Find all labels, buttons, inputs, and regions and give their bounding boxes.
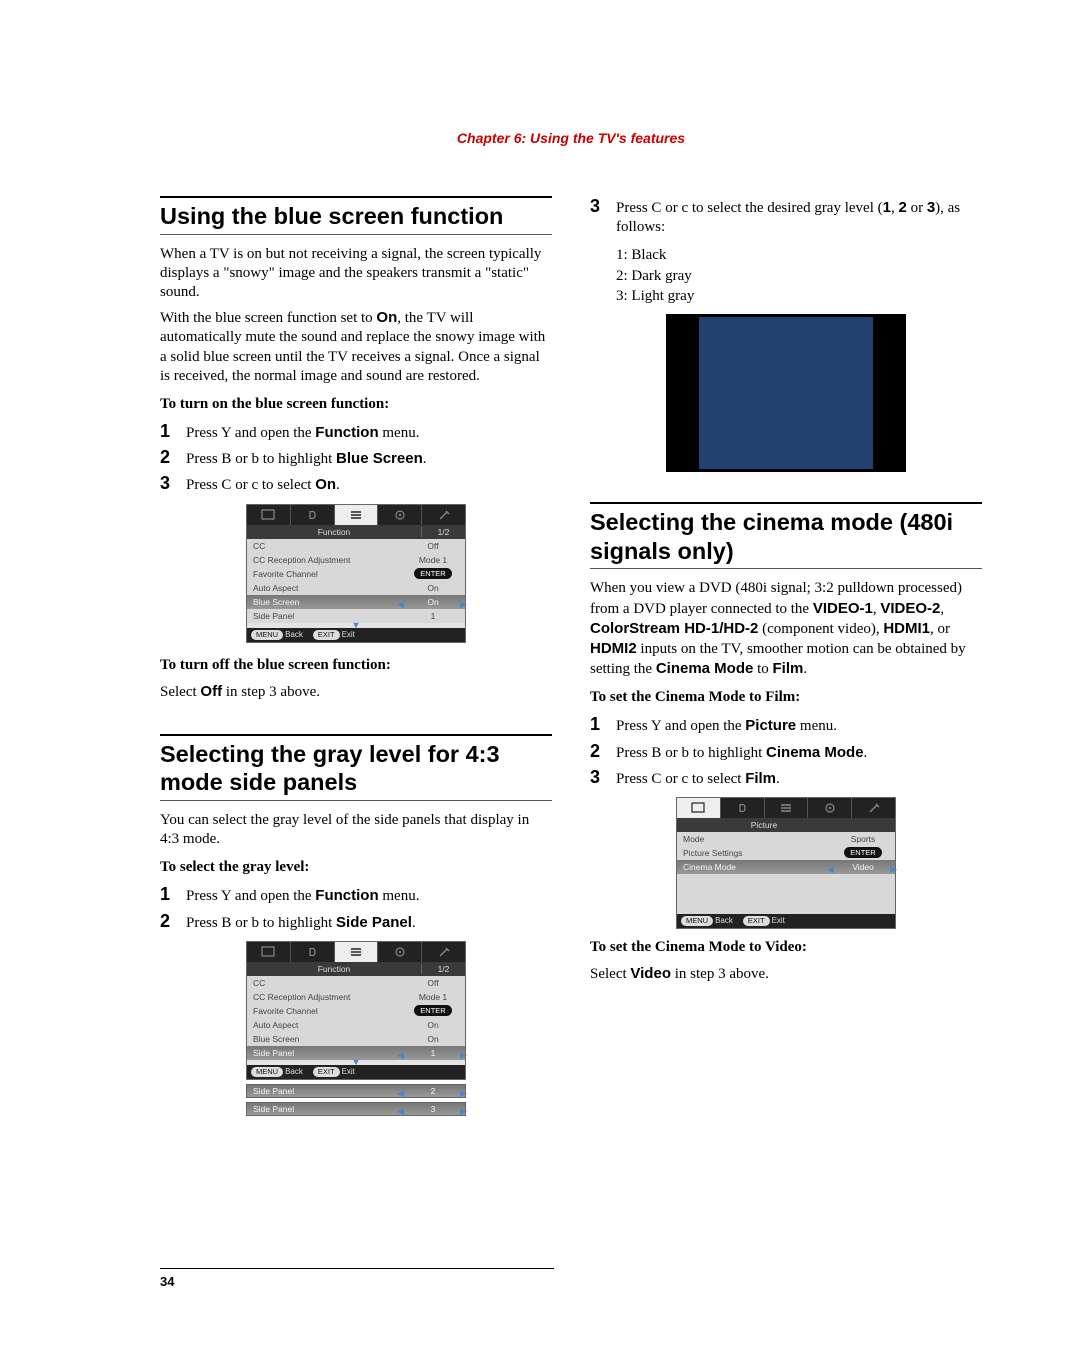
osd-tab-dish-icon: [808, 798, 852, 818]
section-heading-blue-screen: Using the blue screen function: [160, 202, 552, 231]
osd-function-menu-bluescreen: Function1/2 CCOff CC Reception Adjustmen…: [246, 504, 466, 643]
cinema-mode-video-body: Select Video in step 3 above.: [590, 964, 982, 984]
step-number: 2: [160, 911, 186, 932]
osd-tab-setup-icon: [422, 505, 465, 525]
gray-level-figure: [666, 314, 906, 472]
osd-tab-function-icon: [765, 798, 809, 818]
cinema-mode-paragraph: When you view a DVD (480i signal; 3:2 pu…: [590, 579, 982, 679]
right-column: 3 Press C or c to select the desired gra…: [590, 196, 982, 1116]
step-number: 1: [590, 714, 616, 735]
osd-tab-picture-icon: [247, 505, 291, 525]
step-number: 3: [160, 473, 186, 494]
osd-tab-audio-icon: [291, 505, 335, 525]
blue-screen-paragraph-1: When a TV is on but not receiving a sign…: [160, 245, 552, 303]
section-heading-cinema-mode: Selecting the cinema mode (480i signals …: [590, 508, 982, 565]
step-number: 3: [590, 767, 616, 788]
osd-sidepanel-row-3: Side Panel3: [246, 1102, 466, 1116]
page-number: 34: [160, 1274, 174, 1289]
gray-level-values: 1: Black 2: Dark gray 3: Light gray: [616, 245, 982, 306]
cinema-mode-video-heading: To set the Cinema Mode to Video:: [590, 939, 982, 956]
osd-tab-setup-icon: [422, 942, 465, 962]
osd-function-menu-sidepanel: Function1/2 CCOff CC Reception Adjustmen…: [246, 941, 466, 1080]
osd-tab-picture-icon: [247, 942, 291, 962]
osd-tab-dish-icon: [378, 505, 422, 525]
osd-tab-audio-icon: [291, 942, 335, 962]
step-number: 1: [160, 421, 186, 442]
gray-level-select-heading: To select the gray level:: [160, 859, 552, 876]
osd-tab-setup-icon: [852, 798, 895, 818]
blue-screen-turn-on-heading: To turn on the blue screen function:: [160, 396, 552, 413]
chapter-title: Chapter 6: Using the TV's features: [160, 130, 982, 146]
left-column: Using the blue screen function When a TV…: [160, 196, 552, 1116]
blue-screen-paragraph-2: With the blue screen function set to On,…: [160, 308, 552, 386]
osd-tab-dish-icon: [378, 942, 422, 962]
blue-screen-steps: 1 Press Y and open the Function menu. 2 …: [160, 421, 552, 496]
osd-tab-picture-icon: [677, 798, 721, 818]
gray-level-step3: 3 Press C or c to select the desired gra…: [590, 196, 982, 237]
step-number: 2: [160, 447, 186, 468]
osd-tab-function-icon: [335, 505, 379, 525]
footer-rule: [160, 1268, 554, 1269]
cinema-mode-film-heading: To set the Cinema Mode to Film:: [590, 689, 982, 706]
cinema-mode-steps: 1 Press Y and open the Picture menu. 2 P…: [590, 714, 982, 789]
section-heading-gray-level: Selecting the gray level for 4:3 mode si…: [160, 740, 552, 797]
gray-level-steps: 1 Press Y and open the Function menu. 2 …: [160, 884, 552, 932]
step-number: 2: [590, 741, 616, 762]
blue-screen-turn-off-heading: To turn off the blue screen function:: [160, 657, 552, 674]
osd-tab-audio-icon: [721, 798, 765, 818]
gray-level-paragraph: You can select the gray level of the sid…: [160, 811, 552, 849]
osd-tab-function-icon: [335, 942, 379, 962]
step-number: 1: [160, 884, 186, 905]
step-number: 3: [590, 196, 616, 217]
osd-sidepanel-row-2: Side Panel2: [246, 1084, 466, 1098]
osd-picture-menu: Picture ModeSports Picture SettingsENTER…: [676, 797, 896, 929]
blue-screen-turn-off-body: Select Off in step 3 above.: [160, 682, 552, 702]
